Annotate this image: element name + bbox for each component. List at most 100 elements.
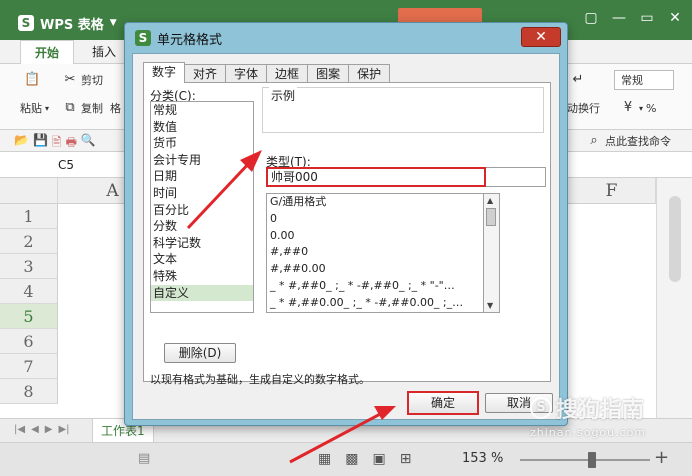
search-command[interactable]: ⌕ 点此查找命令 bbox=[586, 133, 671, 149]
scissors-icon: ✂ bbox=[64, 72, 76, 87]
skin-icon[interactable]: ▢ bbox=[582, 10, 600, 26]
last-sheet-icon[interactable]: ▶| bbox=[58, 424, 69, 435]
number-format-select[interactable]: 常规 bbox=[614, 70, 674, 90]
row-header[interactable]: 3 bbox=[0, 254, 58, 279]
format-item[interactable]: #,##0 bbox=[267, 244, 483, 261]
tab-font[interactable]: 字体 bbox=[225, 64, 268, 83]
type-input[interactable]: 帅哥000 bbox=[266, 167, 486, 187]
category-item[interactable]: 日期 bbox=[151, 168, 253, 185]
status-icon: ▤ bbox=[138, 451, 151, 466]
category-item[interactable]: 时间 bbox=[151, 185, 253, 202]
row-header[interactable]: 4 bbox=[0, 279, 58, 304]
dialog-tabs: 数字 对齐 字体 边框 图案 保护 bbox=[143, 62, 391, 83]
window-controls: ▢ — ▭ ✕ bbox=[582, 10, 684, 26]
type-input-field[interactable] bbox=[486, 167, 546, 187]
first-sheet-icon[interactable]: |◀ bbox=[14, 424, 25, 435]
normal-view-icon[interactable]: ▦ bbox=[318, 451, 331, 467]
category-item[interactable]: 会计专用 bbox=[151, 152, 253, 169]
category-item-custom[interactable]: 自定义 bbox=[151, 284, 253, 302]
wrap-text-label: 自动换行 bbox=[568, 102, 600, 115]
copy-icon: ⧉ bbox=[65, 100, 75, 115]
cut-button[interactable]: ✂ 剪切 bbox=[62, 72, 103, 88]
print-icon[interactable]: 🖶 bbox=[66, 133, 77, 154]
vertical-scrollbar[interactable] bbox=[656, 178, 692, 418]
percent-button[interactable]: ¥ ▾% bbox=[620, 100, 657, 116]
row-header[interactable]: 7 bbox=[0, 354, 58, 379]
row-header[interactable]: 8 bbox=[0, 379, 58, 404]
paste-button[interactable]: 粘贴 ▾ bbox=[20, 100, 49, 116]
percent-label: % bbox=[646, 101, 657, 115]
format-item[interactable]: _ * #,##0.00_ ;_ * -#,##0.00_ ;_… bbox=[267, 295, 483, 312]
maximize-icon[interactable]: ▭ bbox=[638, 10, 656, 26]
category-item[interactable]: 常规 bbox=[151, 102, 253, 119]
tab-number[interactable]: 数字 bbox=[143, 62, 186, 83]
save-icon[interactable]: 💾 bbox=[33, 133, 48, 154]
format-item[interactable]: 0 bbox=[267, 211, 483, 228]
tab-insert[interactable]: 插入 bbox=[78, 40, 130, 64]
zoom-level[interactable]: 153 % bbox=[462, 451, 503, 466]
tab-protection[interactable]: 保护 bbox=[348, 64, 391, 83]
tab-border[interactable]: 边框 bbox=[266, 64, 309, 83]
format-item[interactable]: G/通用格式 bbox=[267, 194, 483, 211]
watermark: S 搜狗指南 zhinan.sogou.com bbox=[530, 392, 646, 439]
delete-button[interactable]: 删除(D) bbox=[164, 343, 236, 363]
scroll-down-icon[interactable]: ▼ bbox=[487, 301, 493, 310]
open-icon[interactable]: 📂 bbox=[14, 133, 29, 154]
category-item[interactable]: 百分比 bbox=[151, 202, 253, 219]
dialog-titlebar[interactable]: S 单元格格式 ✕ bbox=[125, 23, 567, 53]
format-item[interactable]: #,##0.00 bbox=[267, 261, 483, 278]
format-painter-button[interactable]: 格 bbox=[110, 100, 121, 116]
category-item[interactable]: 分数 bbox=[151, 218, 253, 235]
category-item[interactable]: 货币 bbox=[151, 135, 253, 152]
ok-button[interactable]: 确定 bbox=[407, 391, 479, 415]
wrap-text-button[interactable]: 自动换行 bbox=[568, 100, 604, 116]
minimize-icon[interactable]: — bbox=[610, 10, 628, 26]
row-header[interactable]: 6 bbox=[0, 329, 58, 354]
example-group: 示例 bbox=[262, 87, 544, 133]
category-item[interactable]: 数值 bbox=[151, 119, 253, 136]
dialog-title: 单元格格式 bbox=[157, 33, 223, 48]
scrollbar-thumb[interactable] bbox=[486, 208, 496, 226]
format-item[interactable]: _ * #,##0_ ;_ * -#,##0_ ;_ * "-"… bbox=[267, 278, 483, 295]
tab-alignment[interactable]: 对齐 bbox=[184, 64, 227, 83]
page-layout-icon[interactable]: ▣ bbox=[372, 451, 385, 467]
pdf-icon[interactable]: 🖹 bbox=[52, 133, 62, 154]
app-menu-button[interactable]: S WPS 表格 ▼ bbox=[8, 10, 127, 36]
sheet-navigation: |◀ ◀ ▶ ▶| bbox=[14, 424, 70, 435]
format-cells-dialog: S 单元格格式 ✕ 数字 对齐 字体 边框 图案 保护 分类(C): 常规 数值… bbox=[124, 22, 568, 426]
format-list-scrollbar[interactable]: ▲ ▼ bbox=[484, 193, 500, 313]
copy-button[interactable]: ⧉ 复制 bbox=[62, 100, 103, 116]
dialog-close-button[interactable]: ✕ bbox=[521, 27, 561, 47]
tab-home[interactable]: 开始 bbox=[20, 40, 75, 64]
zoom-slider[interactable] bbox=[520, 459, 650, 461]
page-break-view-icon[interactable]: ▩ bbox=[345, 451, 358, 467]
category-item[interactable]: 特殊 bbox=[151, 268, 253, 285]
view-mode-icons: ▦ ▩ ▣ ⊞ bbox=[318, 451, 411, 467]
reading-mode-icon[interactable]: ⊞ bbox=[400, 451, 412, 467]
preview-icon[interactable]: 🔍 bbox=[81, 133, 96, 154]
paste-icon[interactable]: 📋 bbox=[24, 72, 40, 88]
format-item[interactable]: 0.00 bbox=[267, 228, 483, 245]
scrollbar-thumb[interactable] bbox=[669, 196, 681, 282]
sogou-logo-icon: S bbox=[530, 397, 552, 419]
category-list[interactable]: 常规 数值 货币 会计专用 日期 时间 百分比 分数 科学记数 文本 特殊 自定… bbox=[150, 101, 254, 313]
scroll-up-icon[interactable]: ▲ bbox=[487, 196, 493, 205]
prev-sheet-icon[interactable]: ◀ bbox=[31, 424, 39, 435]
next-sheet-icon[interactable]: ▶ bbox=[45, 424, 53, 435]
wrap-icon[interactable]: ↵ bbox=[570, 72, 586, 88]
close-icon[interactable]: ✕ bbox=[666, 10, 684, 26]
category-item[interactable]: 文本 bbox=[151, 251, 253, 268]
name-box[interactable]: C5 bbox=[30, 156, 100, 174]
row-header[interactable]: 2 bbox=[0, 229, 58, 254]
watermark-brand: S 搜狗指南 bbox=[530, 392, 646, 424]
category-item[interactable]: 科学记数 bbox=[151, 235, 253, 252]
zoom-in-icon[interactable]: + bbox=[654, 447, 669, 468]
tab-pattern[interactable]: 图案 bbox=[307, 64, 350, 83]
format-list[interactable]: G/通用格式 0 0.00 #,##0 #,##0.00 _ * #,##0_ … bbox=[266, 193, 484, 313]
row-header-selected[interactable]: 5 bbox=[0, 304, 58, 329]
select-all-corner[interactable] bbox=[0, 178, 58, 204]
column-header-f[interactable]: F bbox=[568, 178, 656, 204]
row-header[interactable]: 1 bbox=[0, 204, 58, 229]
copy-label: 复制 bbox=[81, 102, 103, 115]
zoom-slider-knob[interactable] bbox=[587, 452, 596, 468]
